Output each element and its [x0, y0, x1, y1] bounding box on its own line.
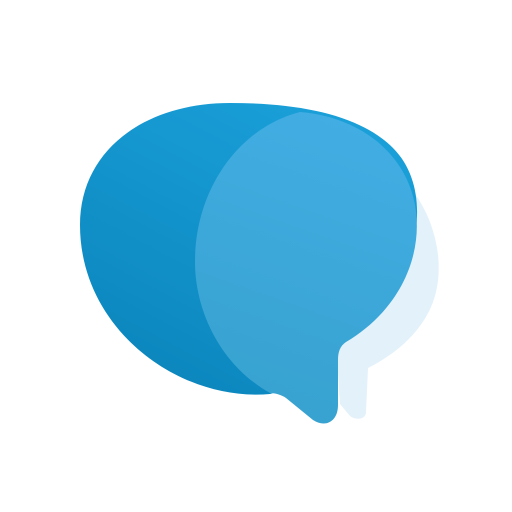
app-icon-canvas: [0, 0, 512, 512]
chat-bubbles-icon: [80, 103, 439, 424]
